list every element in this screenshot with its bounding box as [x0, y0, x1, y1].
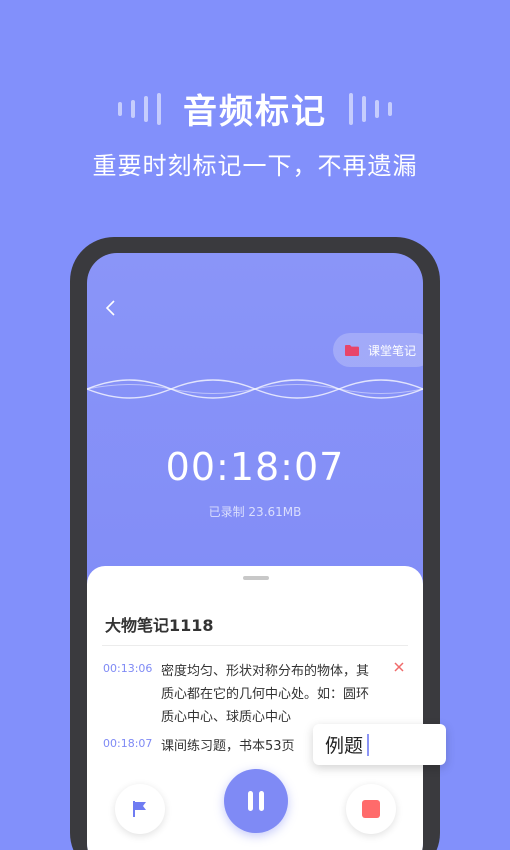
folder-chip[interactable]: 课堂笔记	[333, 333, 423, 367]
note-title: 大物笔记1118	[105, 616, 214, 635]
waveform	[87, 379, 423, 399]
headline: 音频标记	[0, 84, 510, 133]
stop-icon	[362, 800, 380, 818]
mark-text: 密度均匀、形状对称分布的物体，其质心都在它的几何中心处。如：圆环质心中心、球质心…	[161, 664, 370, 725]
flag-button[interactable]	[115, 784, 165, 834]
mark-input-text[interactable]: 例题	[325, 731, 363, 758]
mark-input-popup[interactable]: 例题	[313, 724, 446, 765]
folder-icon	[345, 344, 359, 356]
notes-sheet: 大物笔记1118 00:13:06 密度均匀、形状对称分布的物体，其质心都在它的…	[87, 566, 423, 850]
recorded-size: 已录制 23.61MB	[208, 505, 302, 519]
flag-icon	[133, 801, 146, 817]
stop-button[interactable]	[346, 784, 396, 834]
mark-time[interactable]: 00:13:06	[103, 662, 152, 675]
headline-title: 音频标记	[183, 92, 327, 132]
headline-subtitle: 重要时刻标记一下，不再遗漏	[92, 152, 418, 180]
mark-time[interactable]: 00:18:07	[103, 737, 152, 750]
pause-icon	[248, 791, 264, 811]
recording-timer: 00:18:07	[165, 445, 345, 489]
sheet-handle[interactable]	[243, 576, 269, 580]
divider	[102, 645, 408, 646]
text-caret	[367, 733, 370, 756]
sound-bars-right-icon	[349, 92, 392, 125]
folder-chip-label: 课堂笔记	[368, 343, 417, 358]
sound-bars-left-icon	[118, 92, 161, 125]
close-icon[interactable]	[392, 660, 406, 674]
chevron-left-icon[interactable]	[101, 298, 121, 318]
pause-button[interactable]	[224, 769, 288, 833]
